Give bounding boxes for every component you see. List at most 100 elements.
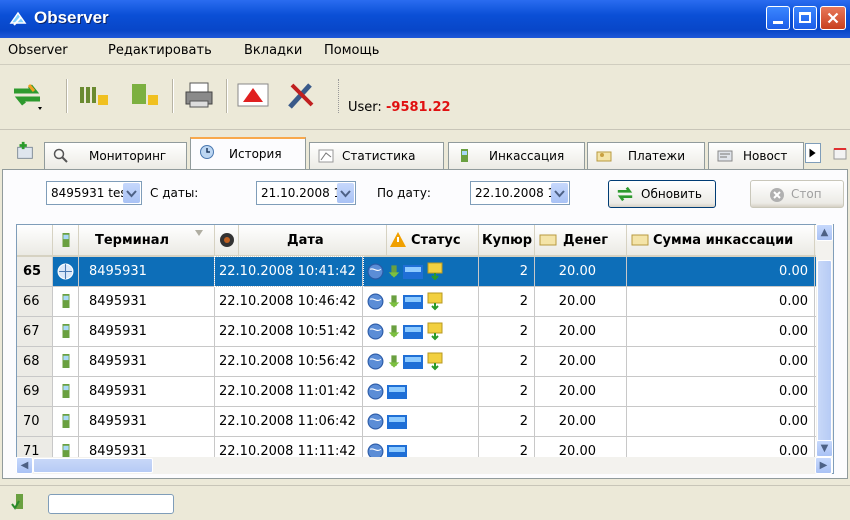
menu-help[interactable]: Помощь (324, 43, 379, 58)
terminal-cell[interactable]: 8495931 (79, 407, 215, 436)
scroll-thumb[interactable] (817, 260, 832, 445)
column-header-money[interactable]: Денег (535, 225, 627, 255)
bills-cell[interactable]: 2 (479, 407, 535, 436)
chevron-down-icon[interactable] (123, 183, 140, 203)
type-cell[interactable] (53, 407, 79, 436)
tab-payments[interactable]: Платежи (587, 142, 705, 169)
money-cell[interactable]: 20.00 (535, 347, 627, 376)
bills-cell[interactable]: 2 (479, 377, 535, 406)
collection-sum-cell[interactable]: 0.00 (627, 377, 815, 406)
menu-edit[interactable]: Редактировать (108, 43, 212, 58)
date-cell[interactable]: 22.10.2008 10:46:42 (215, 287, 363, 316)
bills-cell[interactable]: 2 (479, 257, 535, 286)
row-number-cell[interactable]: 66 (17, 287, 53, 316)
scroll-right-button[interactable]: ▶ (815, 457, 832, 474)
terminal-select[interactable]: 8495931 test_ (46, 181, 142, 205)
date-cell[interactable]: 22.10.2008 11:01:42 (215, 377, 363, 406)
column-header-icon[interactable] (215, 225, 239, 255)
bills-cell[interactable]: 2 (479, 287, 535, 316)
terminals-icon[interactable] (76, 79, 110, 111)
close-tab-icon[interactable] (832, 146, 848, 162)
scroll-up-button[interactable]: ▲ (816, 224, 833, 241)
terminal-settings-icon[interactable] (128, 79, 162, 111)
table-row[interactable]: 65 8495931 22.10.2008 10:41:42 2 20.00 0.00 (17, 256, 817, 287)
history-table[interactable]: Терминал Дата Статус Купюр Денег Сумма и… (16, 224, 834, 474)
tabs-scroll-button[interactable] (805, 143, 821, 163)
scroll-down-button[interactable]: ▼ (816, 440, 833, 457)
print-icon[interactable] (182, 79, 216, 111)
to-date-picker[interactable]: 22.10.2008 1 (470, 181, 570, 205)
tools-icon[interactable] (284, 79, 318, 111)
collection-sum-cell[interactable]: 0.00 (627, 407, 815, 436)
minimize-button[interactable] (766, 6, 790, 30)
column-header-collection-sum[interactable]: Сумма инкассации (627, 225, 815, 255)
status-cell[interactable] (363, 317, 479, 346)
status-cell[interactable] (363, 257, 479, 286)
collection-sum-cell[interactable]: 0.00 (627, 347, 815, 376)
tab-history[interactable]: История (190, 137, 306, 170)
terminal-cell[interactable]: 8495931 (79, 347, 215, 376)
tab-monitoring[interactable]: Мониторинг (44, 142, 187, 169)
row-number-cell[interactable]: 69 (17, 377, 53, 406)
type-cell[interactable] (53, 377, 79, 406)
terminal-cell[interactable]: 8495931 (79, 317, 215, 346)
date-cell[interactable]: 22.10.2008 11:06:42 (215, 407, 363, 436)
collection-sum-cell[interactable]: 0.00 (627, 257, 815, 286)
status-cell[interactable] (363, 377, 479, 406)
horizontal-scrollbar[interactable]: ◀ ▶ (16, 457, 832, 474)
terminal-cell[interactable]: 8495931 (79, 257, 215, 286)
table-row[interactable]: 69 8495931 22.10.2008 11:01:42 2 20.00 0.00 (17, 377, 817, 407)
column-header-terminal[interactable]: Терминал (79, 225, 215, 255)
close-button[interactable] (820, 6, 846, 30)
money-cell[interactable]: 20.00 (535, 377, 627, 406)
vertical-scrollbar[interactable]: ▲ ▼ (816, 224, 833, 457)
row-number-cell[interactable]: 65 (17, 257, 53, 286)
status-cell[interactable] (363, 407, 479, 436)
money-cell[interactable]: 20.00 (535, 257, 627, 286)
collection-sum-cell[interactable]: 0.00 (627, 317, 815, 346)
row-number-cell[interactable]: 70 (17, 407, 53, 436)
from-date-picker[interactable]: 21.10.2008 1 (256, 181, 356, 205)
bills-cell[interactable]: 2 (479, 347, 535, 376)
chevron-down-icon[interactable] (337, 183, 354, 203)
row-number-cell[interactable]: 68 (17, 347, 53, 376)
date-cell[interactable]: 22.10.2008 10:56:42 (215, 347, 363, 376)
table-row[interactable]: 70 8495931 22.10.2008 11:06:42 2 20.00 0.00 (17, 407, 817, 437)
scroll-thumb[interactable] (33, 458, 153, 473)
row-number-cell[interactable]: 67 (17, 317, 53, 346)
stop-button[interactable]: Стоп (750, 180, 844, 208)
collection-sum-cell[interactable]: 0.00 (627, 287, 815, 316)
bills-cell[interactable]: 2 (479, 317, 535, 346)
menu-tabs[interactable]: Вкладки (244, 43, 302, 58)
column-header-type[interactable] (53, 225, 79, 255)
date-cell[interactable]: 22.10.2008 10:51:42 (215, 317, 363, 346)
type-cell[interactable] (53, 347, 79, 376)
money-cell[interactable]: 20.00 (535, 287, 627, 316)
terminal-cell[interactable]: 8495931 (79, 287, 215, 316)
type-cell[interactable] (53, 317, 79, 346)
column-header-bills[interactable]: Купюр (479, 225, 535, 255)
column-header-date[interactable]: Дата (239, 225, 387, 255)
type-cell[interactable] (53, 257, 79, 286)
terminal-cell[interactable]: 8495931 (79, 377, 215, 406)
scroll-left-button[interactable]: ◀ (16, 457, 33, 474)
money-cell[interactable]: 20.00 (535, 407, 627, 436)
refresh-button[interactable]: Обновить (608, 180, 716, 208)
table-row[interactable]: 68 8495931 22.10.2008 10:56:42 2 20.00 0.00 (17, 347, 817, 377)
maximize-button[interactable] (793, 6, 817, 30)
status-cell[interactable] (363, 347, 479, 376)
status-cell[interactable] (363, 287, 479, 316)
sync-icon[interactable] (10, 79, 44, 111)
table-row[interactable]: 66 8495931 22.10.2008 10:46:42 2 20.00 0.00 (17, 287, 817, 317)
type-cell[interactable] (53, 287, 79, 316)
add-tab-icon[interactable] (14, 140, 36, 162)
tab-statistics[interactable]: Статистика (309, 142, 444, 169)
tab-news[interactable]: Новост (708, 142, 804, 169)
date-cell[interactable]: 22.10.2008 10:41:42 (214, 256, 364, 287)
tab-collection[interactable]: Инкассация (448, 142, 585, 169)
money-cell[interactable]: 20.00 (535, 317, 627, 346)
chevron-down-icon[interactable] (551, 183, 568, 203)
column-header-status[interactable]: Статус (387, 225, 479, 255)
menu-observer[interactable]: Observer (8, 43, 68, 58)
table-row[interactable]: 67 8495931 22.10.2008 10:51:42 2 20.00 0.00 (17, 317, 817, 347)
